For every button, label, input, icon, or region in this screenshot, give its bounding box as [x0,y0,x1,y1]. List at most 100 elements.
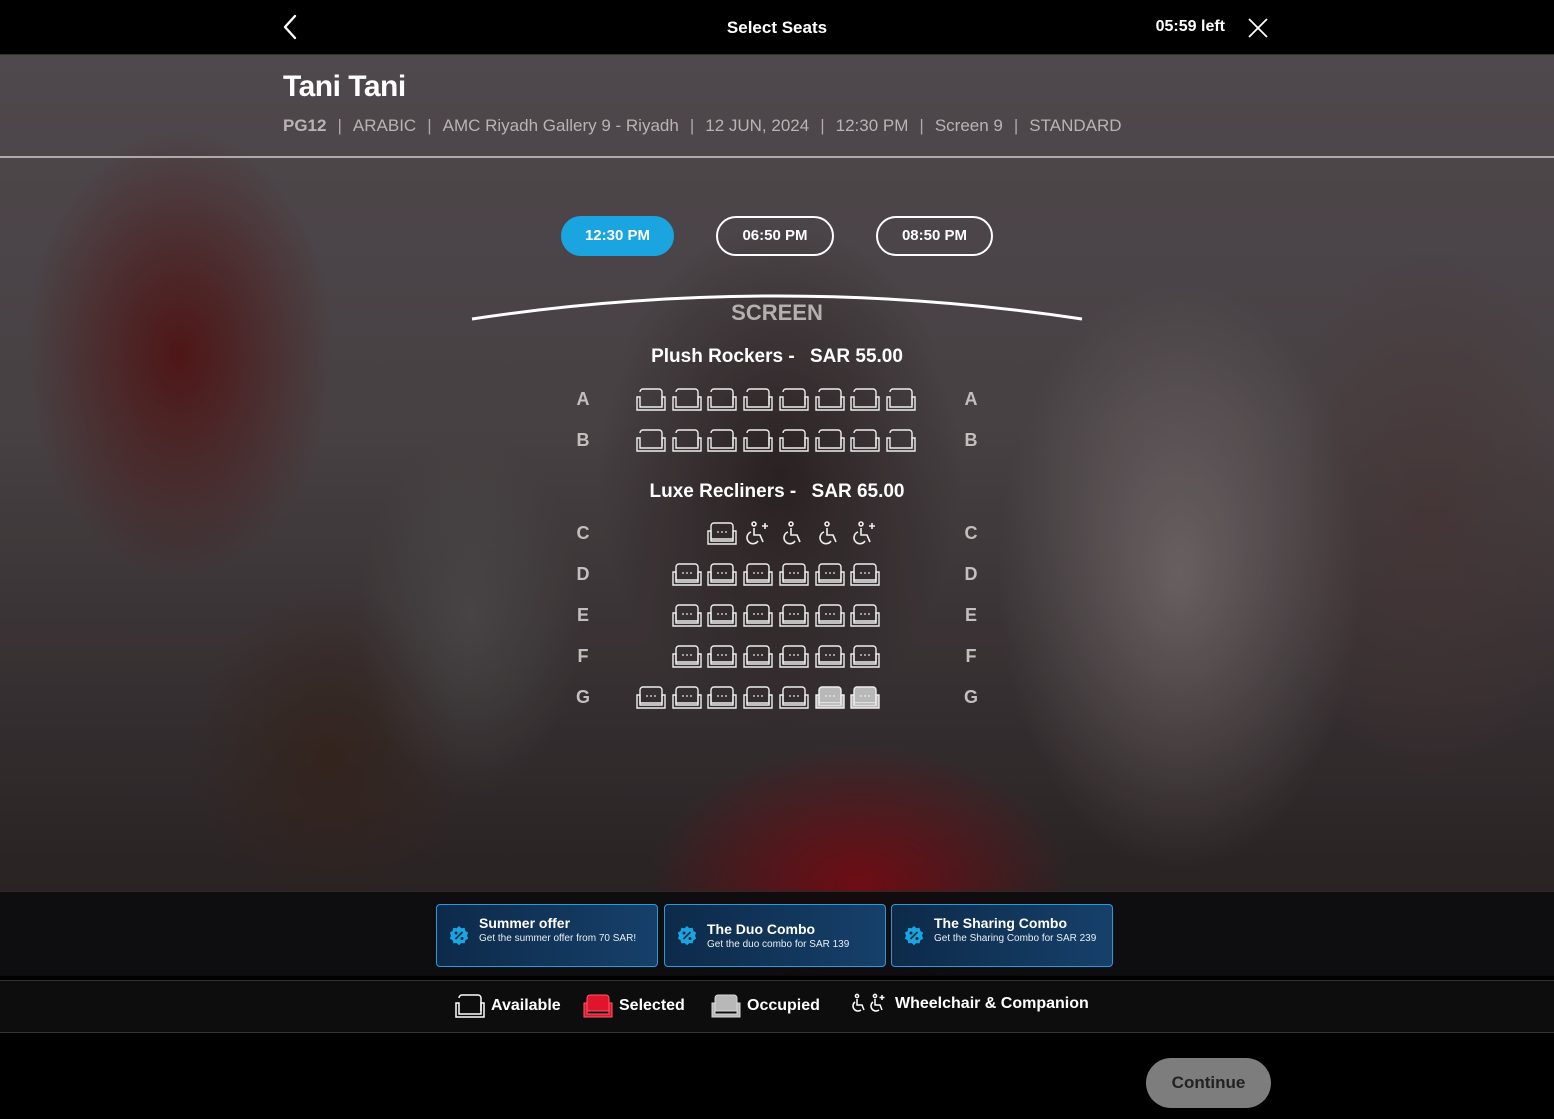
row-label-e: E [576,605,589,625]
continue-button[interactable]: Continue [1146,1058,1271,1108]
seat-f4-available[interactable] [779,643,809,671]
seat-b5-available[interactable] [779,427,809,455]
seat-g5-available[interactable] [779,684,809,712]
discount-icon [449,926,469,946]
row-label-c: C [964,523,978,543]
seat-e5-available[interactable] [815,602,845,630]
offer-title: The Duo Combo [707,921,816,937]
seat-d5-available[interactable] [815,561,845,589]
row-label-g: G [575,687,590,707]
seat-f6-available[interactable] [850,643,880,671]
seat-e1-available[interactable] [672,602,702,630]
row-label-d: D [964,564,978,584]
seat-a6-available[interactable] [815,386,845,414]
offers-bar: Summer offer Get the summer offer from 7… [0,891,1554,976]
seat-b1-available[interactable] [636,427,666,455]
offer-description: Get the Sharing Combo for SAR 239 [934,933,1097,944]
row-label-e: E [964,605,977,625]
seat-c4-wheelchair[interactable] [815,520,845,548]
offer-title: The Sharing Combo [934,915,1067,931]
available-seat-icon [455,994,485,1018]
discount-icon [677,926,697,946]
rating-badge: PG12 [283,116,327,135]
section-name: Plush Rockers - [651,346,795,367]
seat-d6-available[interactable] [850,561,880,589]
seat-b6-available[interactable] [815,427,845,455]
seat-b4-available[interactable] [743,427,773,455]
cinema-name: AMC Riyadh Gallery 9 - Riyadh [442,116,679,135]
seat-b3-available[interactable] [707,427,737,455]
offer-title: Summer offer [479,915,571,931]
top-bar: Select Seats 05:59 left [0,0,1554,55]
format: STANDARD [1029,116,1122,135]
movie-meta: PG12 | ARABIC | AMC Riyadh Gallery 9 - Riy… [283,116,1122,135]
legend-selected: Selected [583,993,685,1019]
close-icon [1248,18,1268,38]
seat-a3-available[interactable] [707,386,737,414]
background-poster [0,55,1554,975]
seat-a4-available[interactable] [743,386,773,414]
offer-description: Get the summer offer from 70 SAR! [479,933,637,944]
seat-f3-available[interactable] [743,643,773,671]
seat-e6-available[interactable] [850,602,880,630]
show-date: 12 JUN, 2024 [705,116,810,135]
seat-f2-available[interactable] [707,643,737,671]
movie-title: Tani Tani [283,70,406,103]
seat-g1-available[interactable] [636,684,666,712]
show-time: 12:30 PM [835,116,909,135]
seat-e2-available[interactable] [707,602,737,630]
footer: Continue [0,1033,1554,1119]
seat-legend: Available Selected Occupied Wheelchair &… [0,980,1554,1033]
offer-card[interactable]: The Sharing Combo Get the Sharing Combo … [891,904,1113,967]
seat-g3-available[interactable] [707,684,737,712]
seat-d3-available[interactable] [743,561,773,589]
seat-a8-available[interactable] [886,386,916,414]
row-label-b: B [964,430,978,450]
wheelchair-companion-icon [852,993,885,1012]
page-title: Select Seats [726,18,828,37]
section-price: 55.00 [855,346,903,367]
seat-c3-wheelchair[interactable] [779,520,809,548]
seat-d2-available[interactable] [707,561,737,589]
seat-b7-available[interactable] [850,427,880,455]
seat-e4-available[interactable] [779,602,809,630]
seat-a1-available[interactable] [636,386,666,414]
seat-g6-occupied [815,684,845,712]
legend-occupied: Occupied [711,993,820,1019]
close-button[interactable] [1245,15,1271,41]
showtime-button[interactable]: 08:50 PM [876,216,993,256]
seat-g4-available[interactable] [743,684,773,712]
legend-label: Available [491,997,561,1014]
legend-label: Selected [619,997,685,1014]
seat-g2-available[interactable] [672,684,702,712]
section-title: Luxe Recliners - SAR 65.00 [0,481,1554,503]
offer-card[interactable]: Summer offer Get the summer offer from 7… [436,904,658,967]
row-label-c: C [576,523,590,543]
screen-label: SCREEN [731,300,823,325]
seat-b2-available[interactable] [672,427,702,455]
seat-d1-available[interactable] [672,561,702,589]
seat-c5-companion[interactable] [850,520,880,548]
row-label-b: B [576,430,590,450]
seat-f1-available[interactable] [672,643,702,671]
seat-d4-available[interactable] [779,561,809,589]
section-currency: SAR [809,346,851,367]
row-label-f: F [965,646,977,666]
row-label-f: F [577,646,589,666]
seat-e3-available[interactable] [743,602,773,630]
seat-a7-available[interactable] [850,386,880,414]
section-title: Plush Rockers - SAR 55.00 [0,346,1554,368]
offer-card[interactable]: The Duo Combo Get the duo combo for SAR … [664,904,886,967]
seat-c1-available[interactable] [707,520,737,548]
section-name: Luxe Recliners - [649,481,797,502]
seat-a5-available[interactable] [779,386,809,414]
showtime-button[interactable]: 12:30 PM [561,216,674,256]
language: ARABIC [352,116,417,135]
section-currency: SAR [811,481,852,502]
seat-a2-available[interactable] [672,386,702,414]
seat-b8-available[interactable] [886,427,916,455]
row-label-a: A [576,389,590,409]
seat-f5-available[interactable] [815,643,845,671]
showtime-button[interactable]: 06:50 PM [716,216,834,256]
seat-c2-companion[interactable] [743,520,773,548]
